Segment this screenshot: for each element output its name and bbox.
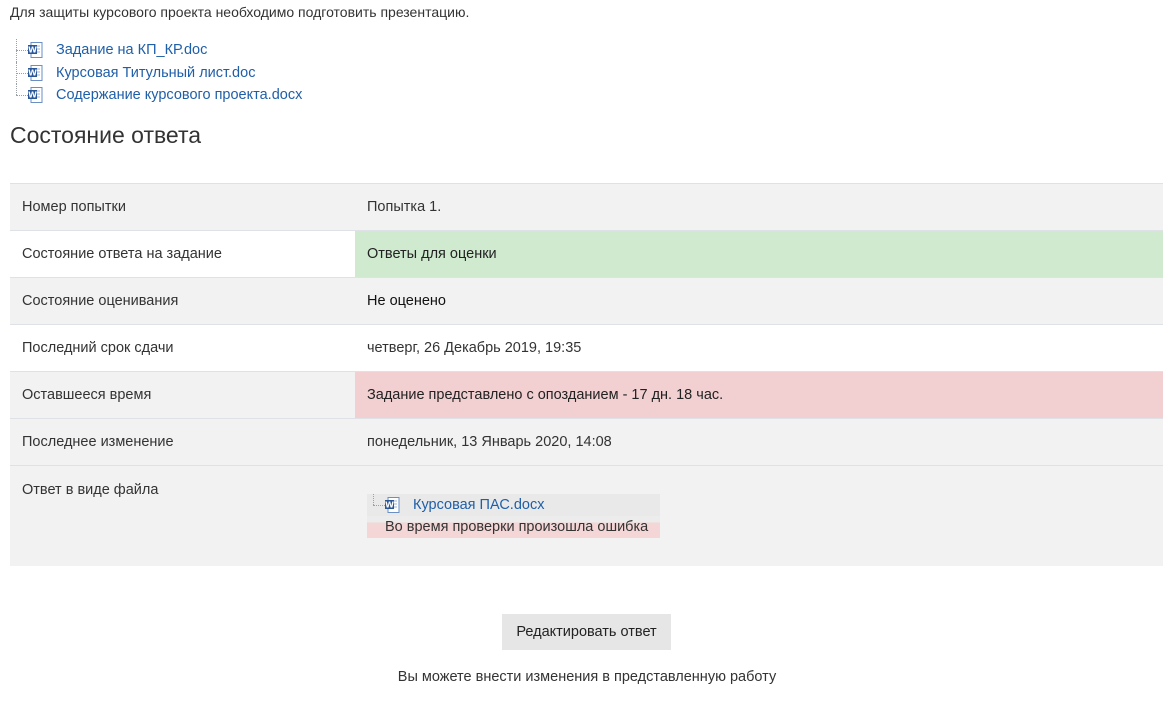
row-label: Последний срок сдачи	[22, 340, 174, 356]
word-document-icon[interactable]: W	[385, 497, 400, 513]
submitted-file-link[interactable]: Курсовая ПАС.docx	[413, 497, 544, 513]
attachment-link[interactable]: Задание на КП_КР.doc	[56, 42, 207, 58]
grading-status-value: Не оценено	[367, 293, 446, 309]
edit-hint-text: Вы можете внести изменения в представлен…	[397, 669, 777, 685]
table-row: Состояние ответа на задание Ответы для о…	[10, 231, 1163, 278]
intro-text: Для защиты курсового проекта необходимо …	[10, 4, 470, 20]
table-row: Последний срок сдачи четверг, 26 Декабрь…	[10, 325, 1163, 372]
submission-status-value: Ответы для оценки	[355, 231, 1163, 277]
table-row: Последнее изменение понедельник, 13 Янва…	[10, 419, 1163, 466]
assignment-page: Для защиты курсового проекта необходимо …	[0, 0, 1168, 702]
table-row: Номер попытки Попытка 1.	[10, 184, 1163, 231]
attachment-item: W Курсовая Титульный лист.doc	[16, 61, 416, 85]
submitted-file: W Курсовая ПАС.docx	[367, 494, 660, 516]
due-date-value: четверг, 26 Декабрь 2019, 19:35	[367, 340, 582, 356]
word-document-icon[interactable]: W	[28, 87, 43, 104]
plagiarism-error-text: Во время проверки произошла ошибка	[367, 516, 660, 538]
row-label: Состояние ответа на задание	[22, 246, 222, 262]
table-row: Оставшееся время Задание представлено с …	[10, 372, 1163, 419]
svg-text:W: W	[28, 91, 37, 100]
table-row: Состояние оценивания Не оценено	[10, 278, 1163, 325]
last-modified-value: понедельник, 13 Январь 2020, 14:08	[367, 434, 612, 450]
row-label: Состояние оценивания	[22, 293, 179, 309]
edit-submission-button[interactable]: Редактировать ответ	[502, 614, 671, 650]
tree-connector	[16, 39, 28, 62]
time-remaining-value: Задание представлено с опозданием - 17 д…	[355, 372, 1163, 418]
row-label: Оставшееся время	[22, 387, 152, 403]
row-value: Попытка 1.	[367, 199, 442, 215]
table-row: Ответ в виде файла W Курсовая ПАС.docx В…	[10, 466, 1163, 566]
svg-text:W: W	[28, 68, 37, 77]
tree-connector	[16, 84, 28, 107]
attachment-item: W Содержание курсового проекта.docx	[16, 84, 416, 107]
word-document-icon[interactable]: W	[28, 42, 43, 59]
submission-status-table: Номер попытки Попытка 1. Состояние ответ…	[10, 183, 1163, 566]
row-label: Номер попытки	[22, 199, 126, 215]
word-document-icon[interactable]: W	[28, 64, 43, 81]
attachment-tree: W Задание на КП_КР.doc W Курсовая Титуль…	[16, 39, 416, 107]
svg-text:W: W	[385, 501, 394, 510]
section-title: Состояние ответа	[10, 122, 202, 148]
tree-connector	[16, 61, 28, 85]
file-submission-value: W Курсовая ПАС.docx Во время проверки пр…	[355, 466, 1163, 538]
row-label: Ответ в виде файла	[22, 482, 159, 498]
attachment-link[interactable]: Содержание курсового проекта.docx	[56, 87, 302, 103]
submitted-file-box: W Курсовая ПАС.docx Во время проверки пр…	[367, 494, 660, 538]
row-label: Последнее изменение	[22, 434, 174, 450]
tree-connector	[373, 494, 385, 516]
attachment-link[interactable]: Курсовая Титульный лист.doc	[56, 65, 255, 81]
attachment-item: W Задание на КП_КР.doc	[16, 39, 416, 62]
svg-text:W: W	[28, 46, 37, 55]
